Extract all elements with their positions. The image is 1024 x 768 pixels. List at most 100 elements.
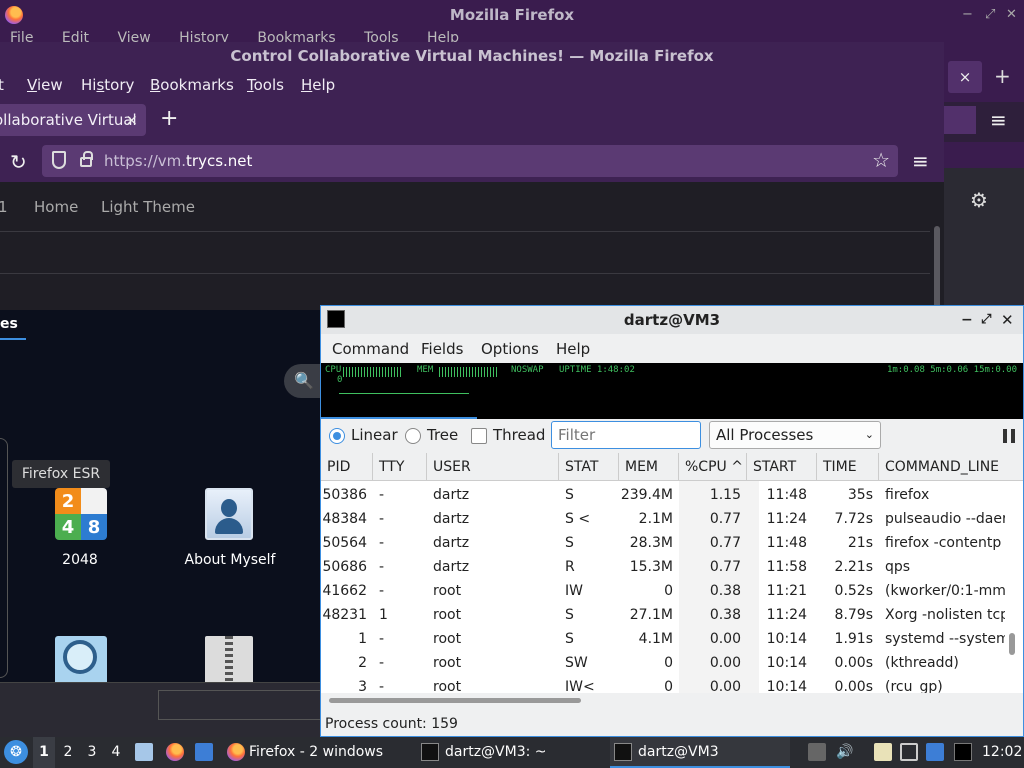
workspace-3[interactable]: 3 [81,737,103,768]
tooltip-firefox-esr: Firefox ESR [12,460,110,488]
cell-mem: 0 [664,655,673,671]
icon-label-2048[interactable]: 2048 [50,552,110,568]
vm-desktop-viewer[interactable]: es 🔍 Firefox ESR 2 4 8 2048 About Myself [0,310,324,682]
radio-tree[interactable] [405,428,421,444]
page-nav-light-theme[interactable]: Light Theme [101,198,195,216]
label-linear[interactable]: Linear [351,426,398,444]
notes-icon[interactable] [874,743,892,761]
clipboard-icon[interactable] [808,743,826,761]
table-row[interactable]: 48384- dartz S < 2.1M 0.77 11:24 7.72s pulseaud… [321,507,1011,531]
label-thread[interactable]: Thread [493,426,545,444]
menu-bookmarks[interactable]: Bookmarks [150,70,234,100]
notification-icon[interactable] [926,743,944,761]
radio-linear[interactable] [329,428,345,444]
qps-task-icon [614,743,632,761]
background-firefox-titlebar[interactable]: Mozilla Firefox − ⤢ ✕ [0,0,1024,30]
bookmark-star-icon[interactable]: ☆ [872,148,890,172]
menu-view[interactable]: View [27,70,63,100]
label-tree[interactable]: Tree [427,426,458,444]
reload-icon[interactable]: ↻ [10,150,27,174]
maximize-icon[interactable]: ⤢ [981,306,991,334]
maximize-icon[interactable]: ⤢ [985,0,995,30]
network-icon[interactable] [900,743,918,761]
tab-control-collaborative-vms[interactable]: ollaborative Virtual × [0,104,146,136]
firefox-launcher-icon[interactable] [166,743,184,761]
mem-bar [439,367,497,377]
new-tab-icon[interactable]: + [160,108,178,130]
process-filter-select[interactable]: All Processes ⌄ [709,421,881,449]
page-nav-link-1[interactable]: 1 [0,198,8,216]
workspace-1[interactable]: 1 [33,737,55,768]
qps-menu-command[interactable]: Command [332,334,409,364]
table-row[interactable]: 41662- root IW 0 0.38 11:21 0.52s (kworker/0:1-… [321,579,1011,603]
menu-help[interactable]: Help [301,70,335,100]
task-qps-active[interactable]: dartz@VM3 [610,737,790,768]
gear-icon[interactable]: ⚙ [970,188,988,212]
background-url-bar[interactable] [944,106,976,134]
task-firefox-windows[interactable]: Firefox - 2 windows [249,737,383,768]
qps-menu-fields[interactable]: Fields [421,334,463,364]
column-header-start[interactable]: START [747,453,817,481]
table-row[interactable]: 2- root SW 0 0.00 10:14 0.00s (kthreadd) [321,651,1011,675]
close-icon[interactable]: ✕ [1006,0,1017,30]
column-header-tty[interactable]: TTY [373,453,427,481]
workspace-4[interactable]: 4 [105,737,127,768]
filter-input[interactable] [551,421,701,449]
speaker-icon[interactable]: 🔊 [836,743,854,761]
table-vertical-scrollbar[interactable] [1009,633,1015,655]
column-header-time[interactable]: TIME [817,453,879,481]
task-terminal[interactable]: dartz@VM3: ~ [445,737,547,768]
search-icon[interactable]: 🔍 [284,364,324,398]
minimize-icon[interactable]: − [962,0,973,30]
tracking-protection-shield-icon[interactable] [52,151,66,169]
vm-bottom-field[interactable] [158,690,328,720]
start-menu-icon[interactable]: ❂ [4,740,28,764]
table-horizontal-scrollbar[interactable] [329,698,581,703]
checkbox-thread[interactable] [471,428,487,444]
magnifier-icon[interactable] [55,636,107,682]
workspace-2[interactable]: 2 [57,737,79,768]
pause-icon[interactable] [1003,429,1015,443]
about-myself-icon[interactable] [205,488,253,540]
menu-tools[interactable]: Tools [247,70,284,100]
table-row[interactable]: 3- root IW< 0 0.00 10:14 0.00s (rcu_gp) [321,675,1011,693]
table-row[interactable]: 48231 1 root S 27.1M 0.38 11:24 8.79s Xorg -noli… [321,603,1011,627]
game-2048-icon[interactable]: 2 4 8 [55,488,107,540]
file-manager-icon[interactable] [135,743,153,761]
qps-titlebar[interactable]: dartz@VM3 − ⤢ ✕ [321,306,1023,334]
qps-menu-options[interactable]: Options [481,334,539,364]
table-row[interactable]: 1- root S 4.1M 0.00 10:14 1.91s systemd --syste… [321,627,1011,651]
column-header-command-line[interactable]: COMMAND_LINE [879,453,1023,481]
cell-user: root [433,583,462,599]
clock[interactable]: 12:02 [982,737,1022,768]
uptime-label: UPTIME 1:48:02 [559,365,635,375]
page-nav-home[interactable]: Home [34,198,78,216]
archive-zipper-icon[interactable] [205,636,253,682]
url-bar[interactable]: https://vm.trycs.net ☆ [42,145,898,177]
close-icon[interactable]: ✕ [1001,306,1014,334]
qps-menu-help[interactable]: Help [556,334,590,364]
cell-cpu: 1.15 [709,487,741,503]
icon-label-about-myself[interactable]: About Myself [180,552,280,568]
cell-start: 11:24 [766,511,807,527]
minimize-icon[interactable]: − [961,306,973,334]
background-hamburger-menu-icon[interactable]: ≡ [990,108,1007,132]
app-launcher-icon[interactable] [195,743,213,761]
hamburger-menu-icon[interactable]: ≡ [912,149,929,173]
column-header-pid[interactable]: PID [321,453,373,481]
screen-icon[interactable] [954,743,972,761]
table-row[interactable]: 50686- dartz R 15.3M 0.77 11:58 2.21s qps [321,555,1011,579]
column-header-user[interactable]: USER [427,453,559,481]
table-row[interactable]: 50564- dartz S 28.3M 0.77 11:48 21s firefox -co… [321,531,1011,555]
background-tab-close-icon[interactable]: × [948,61,982,93]
lock-icon[interactable] [80,151,93,167]
tab-close-icon[interactable]: × [125,104,138,136]
column-header-stat[interactable]: STAT [559,453,619,481]
column-header-mem[interactable]: MEM [619,453,679,481]
table-row[interactable]: 50386- dartz S 239.4M 1.15 11:48 35s firefox [321,483,1011,507]
menu-history[interactable]: History [81,70,134,100]
column-header-cpu[interactable]: %CPU ^ [679,453,747,481]
vm-tab-label[interactable]: es [0,316,18,332]
firefox-titlebar[interactable]: Control Collaborative Virtual Machines! … [0,42,944,70]
background-new-tab-icon[interactable]: + [994,64,1011,88]
